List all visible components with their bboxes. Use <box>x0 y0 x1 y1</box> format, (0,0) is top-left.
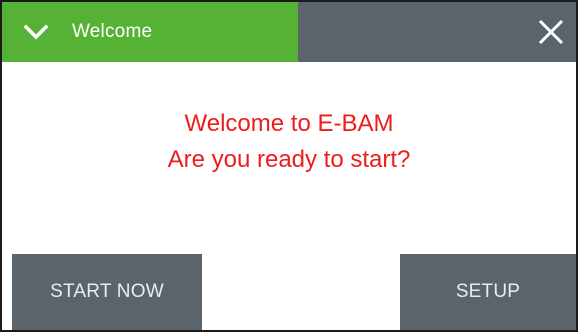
dialog-header: Welcome <box>2 2 576 62</box>
header-tab[interactable]: Welcome <box>2 2 298 62</box>
dialog-title: Welcome <box>72 21 153 42</box>
welcome-dialog: Welcome Welcome to E-BAM Are you ready t… <box>0 0 578 332</box>
start-now-button[interactable]: START NOW <box>12 254 202 330</box>
welcome-line-2: Are you ready to start? <box>167 146 411 173</box>
welcome-message: Welcome to E-BAM Are you ready to start? <box>2 106 576 178</box>
welcome-line-1: Welcome to E-BAM <box>184 110 394 137</box>
chevron-down-icon[interactable] <box>22 22 50 42</box>
close-icon[interactable] <box>526 2 576 62</box>
setup-button[interactable]: SETUP <box>400 254 576 330</box>
